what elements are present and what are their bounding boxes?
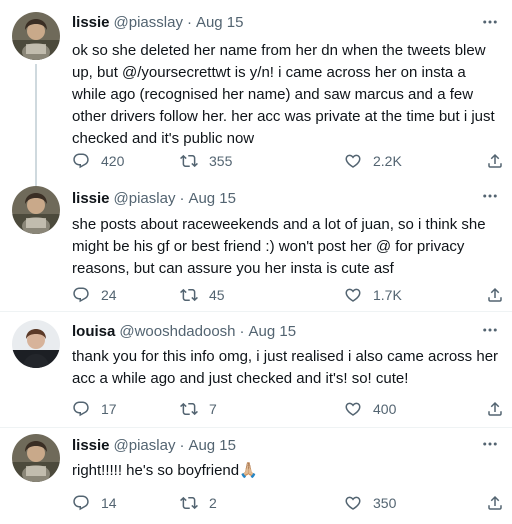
reply-count: 24 — [101, 287, 117, 303]
tweet-date[interactable]: Aug 15 — [249, 323, 297, 340]
share-button[interactable] — [486, 494, 504, 512]
share-icon — [486, 400, 504, 418]
reply-icon — [72, 400, 90, 418]
like-button[interactable]: 1.7K — [344, 286, 402, 304]
retweet-count: 7 — [209, 401, 217, 417]
like-button[interactable]: 2.2K — [344, 152, 402, 170]
retweet-button[interactable]: 2 — [180, 494, 217, 512]
like-button[interactable]: 350 — [344, 494, 396, 512]
reply-count: 14 — [101, 495, 117, 511]
like-button[interactable]: 400 — [344, 400, 396, 418]
retweet-icon — [180, 286, 198, 304]
heart-icon — [344, 494, 362, 512]
display-name[interactable]: lissie — [72, 437, 110, 454]
share-button[interactable] — [486, 286, 504, 304]
tweet-actions: 420 355 2.2K — [72, 150, 504, 172]
reply-button[interactable]: 420 — [72, 152, 124, 170]
tweet-divider — [0, 427, 512, 428]
reply-button[interactable]: 24 — [72, 286, 117, 304]
retweet-count: 355 — [209, 153, 233, 169]
user-handle[interactable]: @piasslay — [114, 14, 183, 31]
retweet-button[interactable]: 355 — [180, 152, 232, 170]
user-handle[interactable]: @wooshdadoosh — [119, 323, 235, 340]
more-icon[interactable] — [480, 320, 500, 340]
separator-dot: · — [179, 189, 185, 207]
like-count: 350 — [373, 495, 397, 511]
separator-dot: · — [179, 436, 185, 454]
reply-icon — [72, 152, 90, 170]
like-count: 400 — [373, 401, 397, 417]
tweet-actions: 14 2 350 — [72, 492, 504, 514]
tweet-header: lissie @piaslay · Aug 15 — [72, 435, 236, 455]
display-name[interactable]: lissie — [72, 190, 110, 207]
tweet-header: louisa @wooshdadoosh · Aug 15 — [72, 321, 296, 341]
retweet-icon — [180, 494, 198, 512]
heart-icon — [344, 400, 362, 418]
retweet-button[interactable]: 7 — [180, 400, 217, 418]
tweet-header: lissie @piaslay · Aug 15 — [72, 188, 236, 208]
reply-icon — [72, 286, 90, 304]
separator-dot: · — [186, 13, 192, 31]
display-name[interactable]: lissie — [72, 14, 110, 31]
share-icon — [486, 494, 504, 512]
tweet-date[interactable]: Aug 15 — [188, 437, 236, 454]
avatar[interactable] — [12, 186, 60, 234]
avatar[interactable] — [12, 434, 60, 482]
tweet-actions: 17 7 400 — [72, 398, 504, 420]
like-count: 2.2K — [373, 153, 402, 169]
tweet-text: she posts about raceweekends and a lot o… — [72, 216, 486, 277]
reply-count: 420 — [101, 153, 125, 169]
retweet-button[interactable]: 45 — [180, 286, 225, 304]
thread-line — [35, 64, 37, 186]
heart-icon — [344, 286, 362, 304]
reply-button[interactable]: 14 — [72, 494, 117, 512]
separator-dot: · — [239, 322, 245, 340]
share-icon — [486, 286, 504, 304]
reply-button[interactable]: 17 — [72, 400, 117, 418]
tweet-date[interactable]: Aug 15 — [188, 190, 236, 207]
share-button[interactable] — [486, 152, 504, 170]
retweet-icon — [180, 152, 198, 170]
avatar[interactable] — [12, 320, 60, 368]
more-icon[interactable] — [480, 186, 500, 206]
retweet-icon — [180, 400, 198, 418]
share-button[interactable] — [486, 400, 504, 418]
tweet-header: lissie @piasslay · Aug 15 — [72, 12, 244, 32]
more-icon[interactable] — [480, 12, 500, 32]
user-handle[interactable]: @piaslay — [114, 437, 176, 454]
tweet-divider — [0, 311, 512, 312]
avatar[interactable] — [12, 12, 60, 60]
tweet-date[interactable]: Aug 15 — [196, 14, 244, 31]
retweet-count: 45 — [209, 287, 225, 303]
tweet-text: right!!!!! he's so boyfriend🙏🏼 — [72, 462, 258, 479]
tweet-text: ok so she deleted her name from her dn w… — [72, 42, 495, 147]
more-icon[interactable] — [480, 434, 500, 454]
display-name[interactable]: louisa — [72, 323, 115, 340]
user-handle[interactable]: @piaslay — [114, 190, 176, 207]
reply-count: 17 — [101, 401, 117, 417]
like-count: 1.7K — [373, 287, 402, 303]
heart-icon — [344, 152, 362, 170]
reply-icon — [72, 494, 90, 512]
share-icon — [486, 152, 504, 170]
tweet-actions: 24 45 1.7K — [72, 284, 504, 306]
retweet-count: 2 — [209, 495, 217, 511]
tweet-text: thank you for this info omg, i just real… — [72, 348, 499, 387]
